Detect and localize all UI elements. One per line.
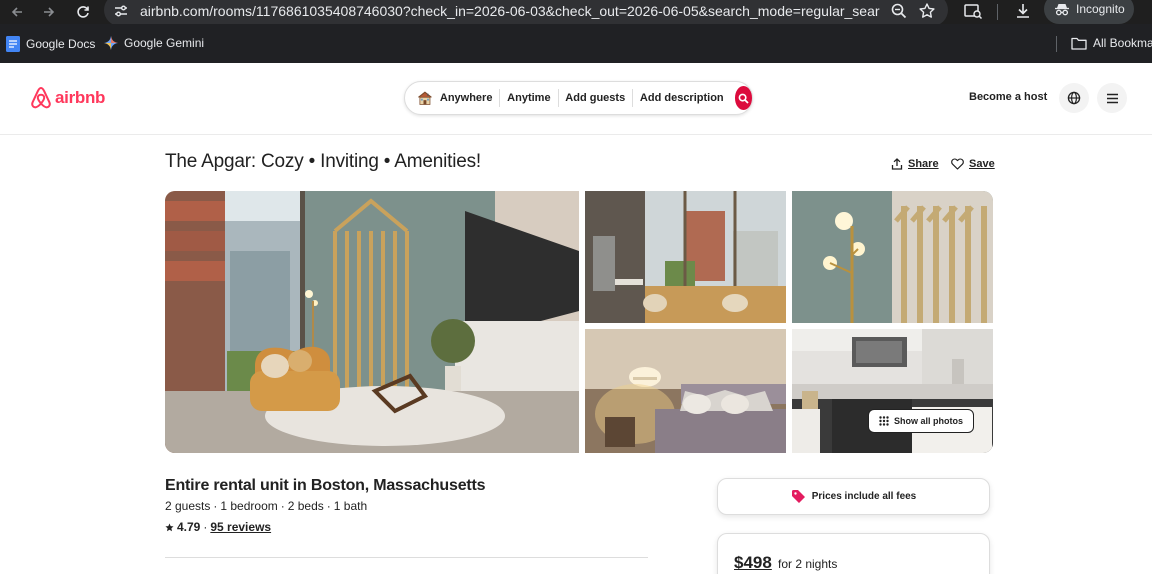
photo-living-room[interactable] [165, 191, 579, 453]
toolbar-divider [997, 4, 998, 20]
forward-button[interactable] [38, 1, 60, 23]
become-a-host-link[interactable]: Become a host [969, 91, 1047, 103]
bookmark-google-docs[interactable]: Google Docs [6, 36, 95, 52]
search-description[interactable]: Add description [633, 92, 731, 105]
share-button[interactable]: Share [891, 158, 939, 170]
detail-beds: 2 beds [287, 499, 324, 513]
listing-title: The Apgar: Cozy • Inviting • Amenities! [165, 151, 481, 172]
site-settings-icon[interactable] [113, 3, 129, 24]
save-button[interactable]: Save [951, 158, 995, 170]
site-header: airbnb Anywhere Anytime Add guests Add d… [0, 63, 1152, 135]
fees-notice: Prices include all fees [717, 478, 990, 515]
reload-button[interactable] [72, 1, 94, 23]
share-label: Share [908, 158, 939, 170]
bookmarks-divider [1056, 36, 1057, 52]
star-icon [165, 522, 174, 531]
listing-details: 2 guests · 1 bedroom · 2 beds · 1 bath [165, 499, 367, 513]
booking-card: $498 for 2 nights [717, 533, 990, 574]
fees-label: Prices include all fees [811, 491, 917, 502]
search-button[interactable] [734, 86, 752, 110]
photo-kitchen-living[interactable] [585, 191, 786, 323]
zoom-icon[interactable] [890, 2, 908, 25]
search-bar[interactable]: Anywhere Anytime Add guests Add descript… [404, 81, 753, 115]
search-icon [738, 93, 749, 104]
heart-icon [951, 158, 964, 170]
incognito-icon [1055, 4, 1069, 16]
house-icon [418, 91, 432, 105]
logo-wordmark: airbnb [55, 88, 106, 107]
listing-rating: 4.79 · 95 reviews [165, 520, 271, 534]
incognito-label: Incognito [1076, 2, 1125, 16]
bookmark-label: Google Gemini [124, 36, 205, 50]
detail-separator: · [213, 499, 218, 513]
price-suffix: for 2 nights [778, 557, 838, 571]
bookmark-google-gemini[interactable]: Google Gemini [104, 36, 204, 50]
detail-baths: 1 bath [333, 499, 368, 513]
detail-separator: · [326, 499, 331, 513]
back-button[interactable] [6, 1, 28, 23]
incognito-badge[interactable]: Incognito [1044, 0, 1134, 24]
reload-icon [77, 6, 89, 18]
bookmarks-bar: Google Docs Google Gemini All Bookmar [0, 24, 1152, 63]
search-where[interactable]: Anywhere [433, 92, 500, 105]
url-text[interactable]: airbnb.com/rooms/1176861035408746030?che… [140, 3, 880, 19]
globe-icon [1067, 91, 1081, 105]
all-bookmarks[interactable]: All Bookmar [1071, 36, 1152, 50]
reviews-link[interactable]: 95 reviews [210, 520, 271, 534]
search-when[interactable]: Anytime [500, 92, 557, 105]
section-divider [165, 557, 648, 558]
hamburger-icon [1106, 93, 1118, 103]
bookmark-star-icon[interactable] [918, 2, 936, 25]
grid-dots-icon [879, 416, 889, 426]
search-who[interactable]: Add guests [558, 92, 632, 105]
detail-separator: · [280, 499, 285, 513]
detail-guests: 2 guests [165, 499, 211, 513]
rating-separator: · [203, 520, 208, 534]
menu-button[interactable] [1097, 83, 1127, 113]
listing-subtitle: Entire rental unit in Boston, Massachuse… [165, 477, 486, 494]
language-button[interactable] [1059, 83, 1089, 113]
show-all-photos-button[interactable]: Show all photos [868, 409, 974, 433]
share-icon [891, 158, 903, 170]
photo-kitchen[interactable] [792, 329, 993, 453]
detail-bedrooms: 1 bedroom [220, 499, 278, 513]
google-docs-icon [6, 36, 20, 52]
all-bookmarks-label: All Bookmar [1093, 36, 1152, 50]
bookmark-label: Google Docs [26, 37, 96, 51]
save-label: Save [969, 158, 995, 170]
price-tag-icon [791, 490, 805, 503]
photo-lamp-detail[interactable] [792, 191, 993, 323]
rating-score: 4.79 [177, 520, 201, 534]
price-total[interactable]: $498 [734, 553, 772, 573]
show-all-photos-label: Show all photos [894, 416, 963, 426]
gemini-icon [104, 36, 118, 50]
arrow-right-icon [44, 7, 55, 17]
folder-icon [1071, 37, 1087, 50]
download-icon[interactable] [1014, 2, 1032, 25]
lens-icon[interactable] [963, 2, 983, 25]
airbnb-belo-icon [31, 87, 51, 109]
photo-bedroom[interactable] [585, 329, 786, 453]
arrow-left-icon [11, 7, 22, 17]
browser-toolbar: airbnb.com/rooms/1176861035408746030?che… [0, 0, 1152, 26]
airbnb-logo[interactable]: airbnb [30, 86, 105, 110]
